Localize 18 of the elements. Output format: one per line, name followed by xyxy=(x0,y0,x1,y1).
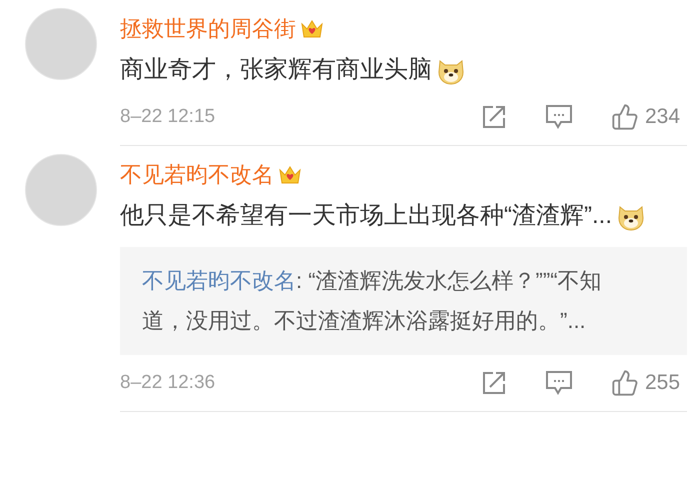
thumbs-up-icon[interactable] xyxy=(611,369,639,397)
comment-text: 商业奇才，张家辉有商业头脑 xyxy=(120,56,432,83)
quoted-reply-text: 不见若昀不改名: “渣渣辉洗发水怎么样？””“不知道，没用过。不过渣渣辉沐浴露挺好用的。”... xyxy=(142,267,603,335)
comment-time: 8–22 12:36 xyxy=(120,370,216,395)
like-count: 255 xyxy=(645,370,682,396)
comment-icon[interactable] xyxy=(545,104,573,130)
comment-icon[interactable] xyxy=(545,370,573,396)
crown-badge-icon xyxy=(278,164,302,186)
username[interactable]: 不见若昀不改名 xyxy=(120,160,274,190)
thumbs-up-icon[interactable] xyxy=(611,103,639,131)
comment-time: 8–22 12:15 xyxy=(120,104,216,129)
crown-badge-icon xyxy=(300,18,324,40)
like-count: 234 xyxy=(645,104,682,130)
quoted-username-link[interactable]: 不见若昀不改名 xyxy=(142,268,296,293)
username[interactable]: 拯救世界的周谷街 xyxy=(120,14,296,44)
share-icon[interactable] xyxy=(481,370,507,396)
comment-text: 他只是不希望有一天市场上出现各种“渣渣辉”... xyxy=(120,202,612,229)
share-icon[interactable] xyxy=(481,104,507,130)
